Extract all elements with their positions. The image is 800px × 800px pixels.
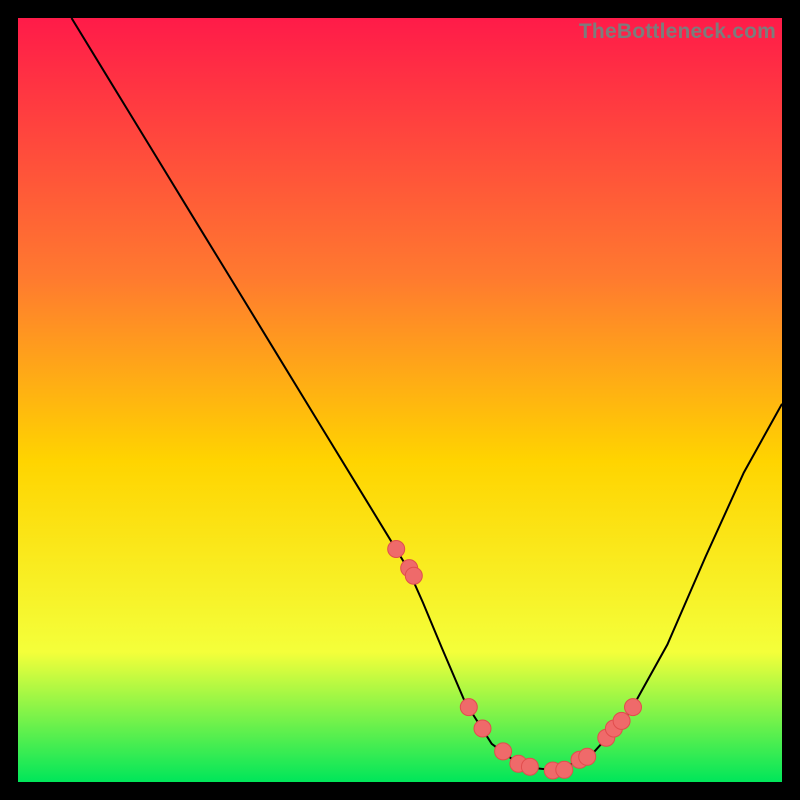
data-marker <box>625 699 642 716</box>
gradient-background <box>18 18 782 782</box>
chart-canvas <box>18 18 782 782</box>
data-marker <box>579 748 596 765</box>
data-marker <box>495 743 512 760</box>
data-marker <box>613 712 630 729</box>
data-marker <box>474 720 491 737</box>
data-marker <box>460 699 477 716</box>
data-marker <box>556 761 573 778</box>
data-marker <box>521 758 538 775</box>
chart-frame: TheBottleneck.com <box>18 18 782 782</box>
watermark-text: TheBottleneck.com <box>579 20 776 44</box>
data-marker <box>388 541 405 558</box>
data-marker <box>405 567 422 584</box>
